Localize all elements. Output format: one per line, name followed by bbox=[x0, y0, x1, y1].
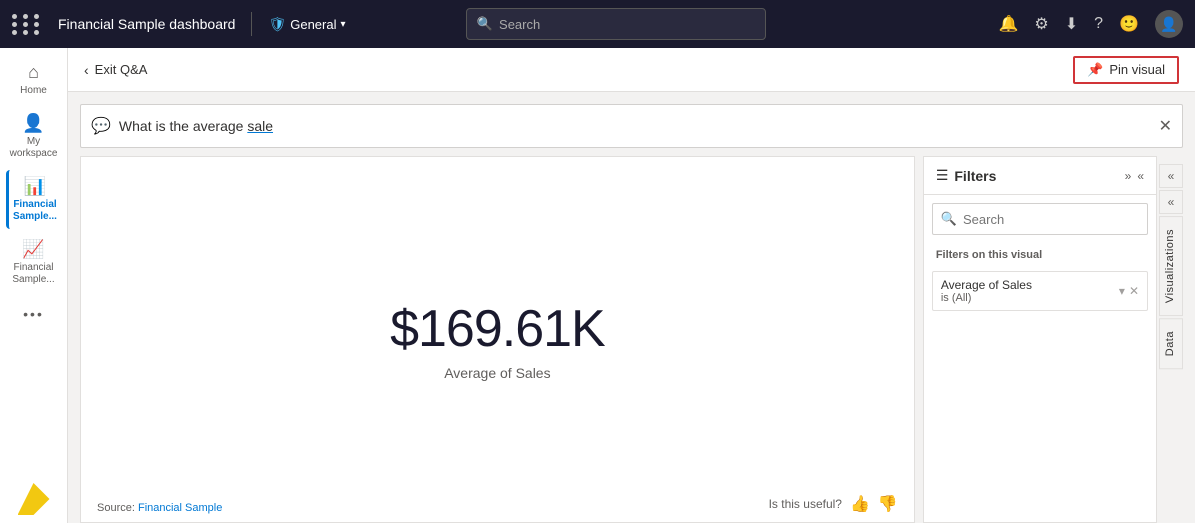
useful-row: Is this useful? 👍 👎 bbox=[769, 494, 898, 514]
sidebar-financial-2-label: Financial Sample... bbox=[10, 262, 58, 286]
data-label: Data bbox=[1164, 331, 1176, 356]
qa-close-icon[interactable]: ✕ bbox=[1159, 116, 1172, 136]
filters-section-title: Filters on this visual bbox=[924, 243, 1156, 267]
workspace-icon: 👤 bbox=[22, 113, 44, 134]
powerbi-logo bbox=[18, 483, 50, 515]
app-title: Financial Sample dashboard bbox=[58, 16, 235, 32]
qa-icon: 💬 bbox=[91, 116, 111, 136]
exit-qa-button[interactable]: ‹ Exit Q&A bbox=[84, 62, 147, 78]
filters-search-input[interactable] bbox=[963, 212, 1139, 227]
sidebar-item-home[interactable]: ⌂ Home bbox=[6, 56, 62, 103]
sidebar-workspace-label: My workspace bbox=[10, 136, 58, 160]
pin-icon: 📌 bbox=[1087, 62, 1103, 78]
filters-panel: ☰ Filters » « 🔍 Filters on this visual bbox=[923, 156, 1157, 523]
filters-collapse-icon[interactable]: « bbox=[1137, 169, 1144, 183]
content-area: $169.61K Average of Sales Source: Financ… bbox=[80, 148, 1183, 523]
app-grid-icon[interactable] bbox=[12, 14, 42, 35]
filter-item-label: Average of Sales bbox=[941, 278, 1119, 292]
search-icon: 🔍 bbox=[477, 16, 493, 32]
nav-icons: 🔔 ⚙ ⬇ ? 🙂 👤 bbox=[999, 10, 1184, 38]
workspace-label: General bbox=[290, 17, 336, 32]
qa-underlined-word: sale bbox=[247, 118, 273, 134]
notification-icon[interactable]: 🔔 bbox=[999, 14, 1019, 34]
tab-visualizations[interactable]: Visualizations bbox=[1159, 216, 1183, 316]
chart-value: $169.61K bbox=[390, 299, 605, 359]
exit-qa-label: Exit Q&A bbox=[95, 62, 148, 77]
more-icon: ••• bbox=[23, 306, 44, 322]
right-section: ☰ Filters » « 🔍 Filters on this visual bbox=[923, 156, 1183, 523]
global-search[interactable]: 🔍 Search bbox=[466, 8, 766, 40]
filter-clear-icon[interactable]: ✕ bbox=[1129, 284, 1139, 298]
side-tab-collapse-bottom[interactable]: « bbox=[1159, 190, 1183, 214]
pin-visual-button[interactable]: 📌 Pin visual bbox=[1073, 56, 1179, 84]
thumbdown-icon[interactable]: 👎 bbox=[878, 494, 898, 514]
filter-item-icons: ▾ ✕ bbox=[1119, 284, 1139, 298]
pin-visual-label: Pin visual bbox=[1109, 62, 1165, 77]
qa-input-area: 💬 What is the average sale ✕ bbox=[80, 104, 1183, 148]
filters-icon: ☰ bbox=[936, 167, 949, 184]
workspace-badge[interactable]: 🛡 General ▾ bbox=[268, 16, 345, 33]
filters-title: Filters bbox=[954, 168, 1118, 184]
filters-search-box[interactable]: 🔍 bbox=[932, 203, 1148, 235]
sidebar-home-label: Home bbox=[20, 85, 47, 97]
filters-header-actions: » « bbox=[1125, 169, 1144, 183]
visualizations-label: Visualizations bbox=[1164, 229, 1176, 303]
source-link[interactable]: Financial Sample bbox=[138, 502, 222, 514]
sidebar-more-button[interactable]: ••• bbox=[6, 300, 62, 328]
sidebar-item-my-workspace[interactable]: 👤 My workspace bbox=[6, 107, 62, 166]
home-icon: ⌂ bbox=[28, 62, 39, 83]
nav-divider bbox=[251, 12, 252, 36]
filter-item: Average of Sales is (All) ▾ ✕ bbox=[932, 271, 1148, 311]
useful-label: Is this useful? bbox=[769, 497, 842, 511]
search-placeholder: Search bbox=[499, 17, 540, 32]
side-tabs: « « Visualizations Data bbox=[1159, 164, 1183, 523]
sidebar: ⌂ Home 👤 My workspace 📊 Financial Sample… bbox=[0, 48, 68, 523]
side-tab-collapse-top[interactable]: « bbox=[1159, 164, 1183, 188]
sidebar-item-financial-2[interactable]: 📈 Financial Sample... bbox=[6, 233, 62, 292]
avatar-icon: 👤 bbox=[1160, 16, 1177, 33]
page-toolbar: ‹ Exit Q&A 📌 Pin visual bbox=[68, 48, 1195, 92]
filters-search-icon: 🔍 bbox=[941, 211, 957, 227]
filters-expand-icon[interactable]: » bbox=[1125, 169, 1132, 183]
main-layout: ⌂ Home 👤 My workspace 📊 Financial Sample… bbox=[0, 48, 1195, 523]
qa-text[interactable]: What is the average sale bbox=[119, 118, 1151, 134]
thumbup-icon[interactable]: 👍 bbox=[850, 494, 870, 514]
source-prefix: Source: bbox=[97, 502, 138, 514]
sidebar-item-financial-1[interactable]: 📊 Financial Sample... bbox=[6, 170, 62, 229]
chart-label: Average of Sales bbox=[444, 365, 550, 381]
feedback-icon[interactable]: 🙂 bbox=[1119, 14, 1139, 34]
shield-icon: 🛡 bbox=[268, 16, 286, 33]
powerbi-icon bbox=[18, 483, 50, 515]
user-avatar[interactable]: 👤 bbox=[1155, 10, 1183, 38]
help-icon[interactable]: ? bbox=[1094, 15, 1103, 33]
tab-data[interactable]: Data bbox=[1159, 318, 1183, 369]
chevron-down-icon: ▾ bbox=[340, 19, 345, 30]
filter-expand-icon[interactable]: ▾ bbox=[1119, 284, 1125, 298]
sidebar-financial-1-label: Financial Sample... bbox=[13, 199, 58, 223]
back-arrow-icon: ‹ bbox=[84, 62, 89, 78]
settings-icon[interactable]: ⚙ bbox=[1034, 14, 1048, 34]
filter-item-subtitle: is (All) bbox=[941, 292, 1119, 304]
filter-item-content: Average of Sales is (All) bbox=[941, 278, 1119, 304]
top-navigation: Financial Sample dashboard 🛡 General ▾ 🔍… bbox=[0, 0, 1195, 48]
financial-report-icon: 📈 bbox=[22, 239, 44, 260]
main-content: ‹ Exit Q&A 📌 Pin visual 💬 What is the av… bbox=[68, 48, 1195, 523]
download-icon[interactable]: ⬇ bbox=[1065, 14, 1078, 34]
chart-source: Source: Financial Sample bbox=[97, 502, 222, 514]
chart-panel: $169.61K Average of Sales Source: Financ… bbox=[80, 156, 915, 523]
financial-dashboard-icon: 📊 bbox=[24, 176, 46, 197]
filters-header: ☰ Filters » « bbox=[924, 157, 1156, 195]
